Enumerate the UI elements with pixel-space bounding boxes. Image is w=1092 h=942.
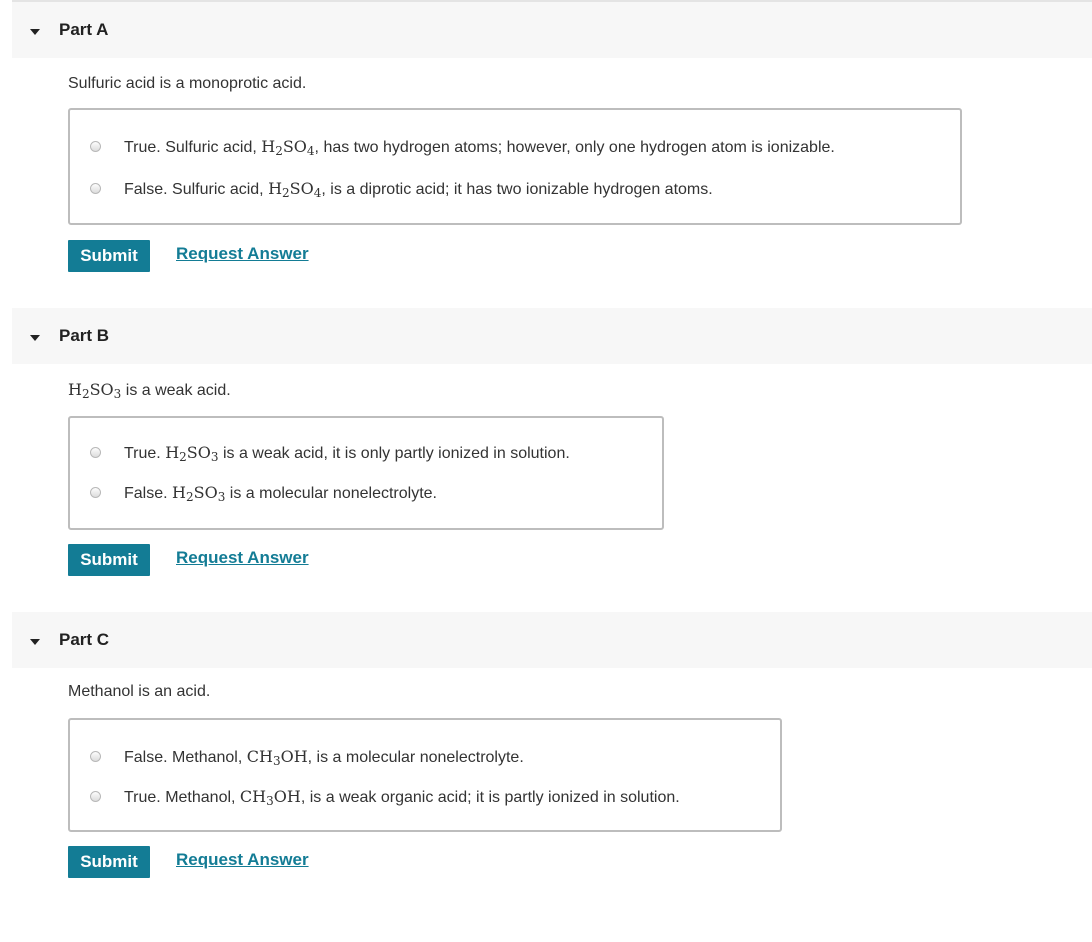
answer-options: True. H2SO3 is a weak acid, it is only p… <box>68 416 664 530</box>
option-label: True. Sulfuric acid, H2SO4, has two hydr… <box>124 137 835 158</box>
request-answer-link[interactable]: Request Answer <box>176 244 309 264</box>
part-c-header[interactable] <box>12 612 1092 668</box>
submit-button[interactable]: Submit <box>68 544 150 576</box>
option-label: False. H2SO3 is a molecular nonelectroly… <box>124 483 437 504</box>
submit-button[interactable]: Submit <box>68 240 150 272</box>
question-text: Sulfuric acid is a monoprotic acid. <box>68 75 307 92</box>
submit-button[interactable]: Submit <box>68 846 150 878</box>
part-c-section: Part C Methanol is an acid. False. Metha… <box>0 612 1092 902</box>
answer-option[interactable]: True. Sulfuric acid, H2SO4, has two hydr… <box>70 135 960 159</box>
radio-button[interactable] <box>90 791 101 802</box>
option-label: True. Methanol, CH3OH, is a weak organic… <box>124 787 680 808</box>
request-answer-link[interactable]: Request Answer <box>176 850 309 870</box>
answer-options: False. Methanol, CH3OH, is a molecular n… <box>68 718 782 832</box>
part-a-header[interactable] <box>12 2 1092 58</box>
question-text: Methanol is an acid. <box>68 683 211 700</box>
request-answer-link[interactable]: Request Answer <box>176 548 309 568</box>
answer-option[interactable]: False. Methanol, CH3OH, is a molecular n… <box>70 745 780 769</box>
question-text: H2SO3 is a weak acid. <box>68 380 231 401</box>
part-b-section: Part B H2SO3 is a weak acid. True. H2SO3… <box>0 308 1092 598</box>
option-label: False. Methanol, CH3OH, is a molecular n… <box>124 747 524 768</box>
part-title: Part B <box>59 326 110 345</box>
answer-option[interactable]: False. Sulfuric acid, H2SO4, is a diprot… <box>70 177 960 201</box>
answer-option[interactable]: True. H2SO3 is a weak acid, it is only p… <box>70 441 662 465</box>
caret-down-icon[interactable] <box>30 639 40 645</box>
caret-down-icon[interactable] <box>30 29 40 35</box>
part-title: Part A <box>59 20 109 39</box>
caret-down-icon[interactable] <box>30 335 40 341</box>
answer-option[interactable]: True. Methanol, CH3OH, is a weak organic… <box>70 785 780 809</box>
radio-button[interactable] <box>90 141 101 152</box>
radio-button[interactable] <box>90 751 101 762</box>
option-label: False. Sulfuric acid, H2SO4, is a diprot… <box>124 179 713 200</box>
radio-button[interactable] <box>90 487 101 498</box>
option-label: True. H2SO3 is a weak acid, it is only p… <box>124 443 570 464</box>
part-b-header[interactable] <box>12 308 1092 364</box>
radio-button[interactable] <box>90 183 101 194</box>
part-title: Part C <box>59 630 110 649</box>
radio-button[interactable] <box>90 447 101 458</box>
answer-options: True. Sulfuric acid, H2SO4, has two hydr… <box>68 108 962 225</box>
answer-option[interactable]: False. H2SO3 is a molecular nonelectroly… <box>70 481 662 505</box>
part-a-section: Part A Sulfuric acid is a monoprotic aci… <box>0 2 1092 292</box>
